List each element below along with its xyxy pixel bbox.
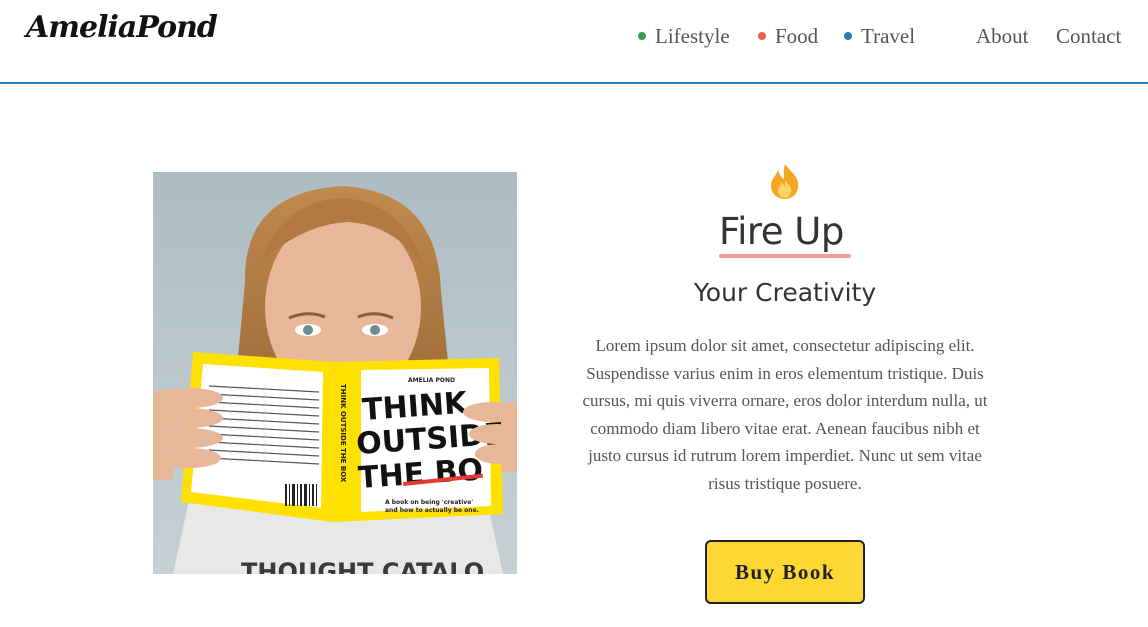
description-line: Lorem ipsum dolor sit amet, consectetur …	[595, 336, 975, 355]
book-spine-text: THINK OUTSIDE THE BOX	[339, 384, 347, 483]
nav-label: Contact	[1056, 24, 1122, 48]
book-author-text: AMELIA POND	[408, 377, 455, 384]
nav-item-food[interactable]: Food	[758, 24, 818, 49]
nav-item-lifestyle[interactable]: Lifestyle	[638, 24, 730, 49]
nav-label: Travel	[861, 24, 916, 48]
food-dot-icon	[758, 32, 766, 41]
description-line: Suspendisse varius enim in eros elementu…	[586, 363, 984, 383]
nav-label: About	[976, 24, 1029, 48]
main-nav: Lifestyle Food Travel About Contact	[0, 24, 1148, 54]
buy-book-button[interactable]: Buy Book	[705, 540, 865, 604]
hero-description: Lorem ipsum dolor sit amet, consectetur …	[570, 332, 1000, 498]
description-line: risus tristique posuere.	[708, 473, 862, 493]
book-cover-illustration: AMELIA POND THINK OUTSIDE THE BO A book …	[181, 352, 506, 522]
nav-label: Food	[775, 24, 819, 48]
headline-underline	[719, 254, 851, 258]
description-line: cursus, mi quis viverra ornare, eros dol…	[582, 391, 988, 411]
travel-dot-icon	[844, 32, 852, 41]
site-header: AmeliaPond Lifestyle Food Travel About C…	[0, 0, 1148, 84]
nav-item-travel[interactable]: Travel	[844, 24, 915, 49]
headline-text: Fire Up	[719, 210, 844, 253]
lifestyle-dot-icon	[638, 32, 646, 41]
woman-reading-book-illustration: THOUGHT CATALO AMELIA POND THINK OUTSIDE…	[153, 172, 517, 574]
hero-book-photo: THOUGHT CATALO AMELIA POND THINK OUTSIDE…	[153, 172, 517, 574]
book-tagline-line-2: and how to actually be one.	[385, 507, 479, 514]
hero-headline: Fire Up	[719, 210, 844, 253]
description-line: justo cursus id rutrum lorem imperdiet. …	[588, 446, 982, 466]
nav-label: Lifestyle	[655, 24, 730, 48]
description-line: commodo diam libero vitae erat. Aenean f…	[590, 418, 980, 438]
nav-item-contact[interactable]: Contact	[1056, 24, 1121, 49]
shirt-text: THOUGHT CATALO	[241, 558, 484, 574]
book-tagline-line-1: A book on being 'creative'	[385, 499, 473, 506]
hero-subheadline: Your Creativity	[693, 278, 877, 307]
fire-icon	[766, 162, 804, 200]
nav-item-about[interactable]: About	[976, 24, 1029, 49]
